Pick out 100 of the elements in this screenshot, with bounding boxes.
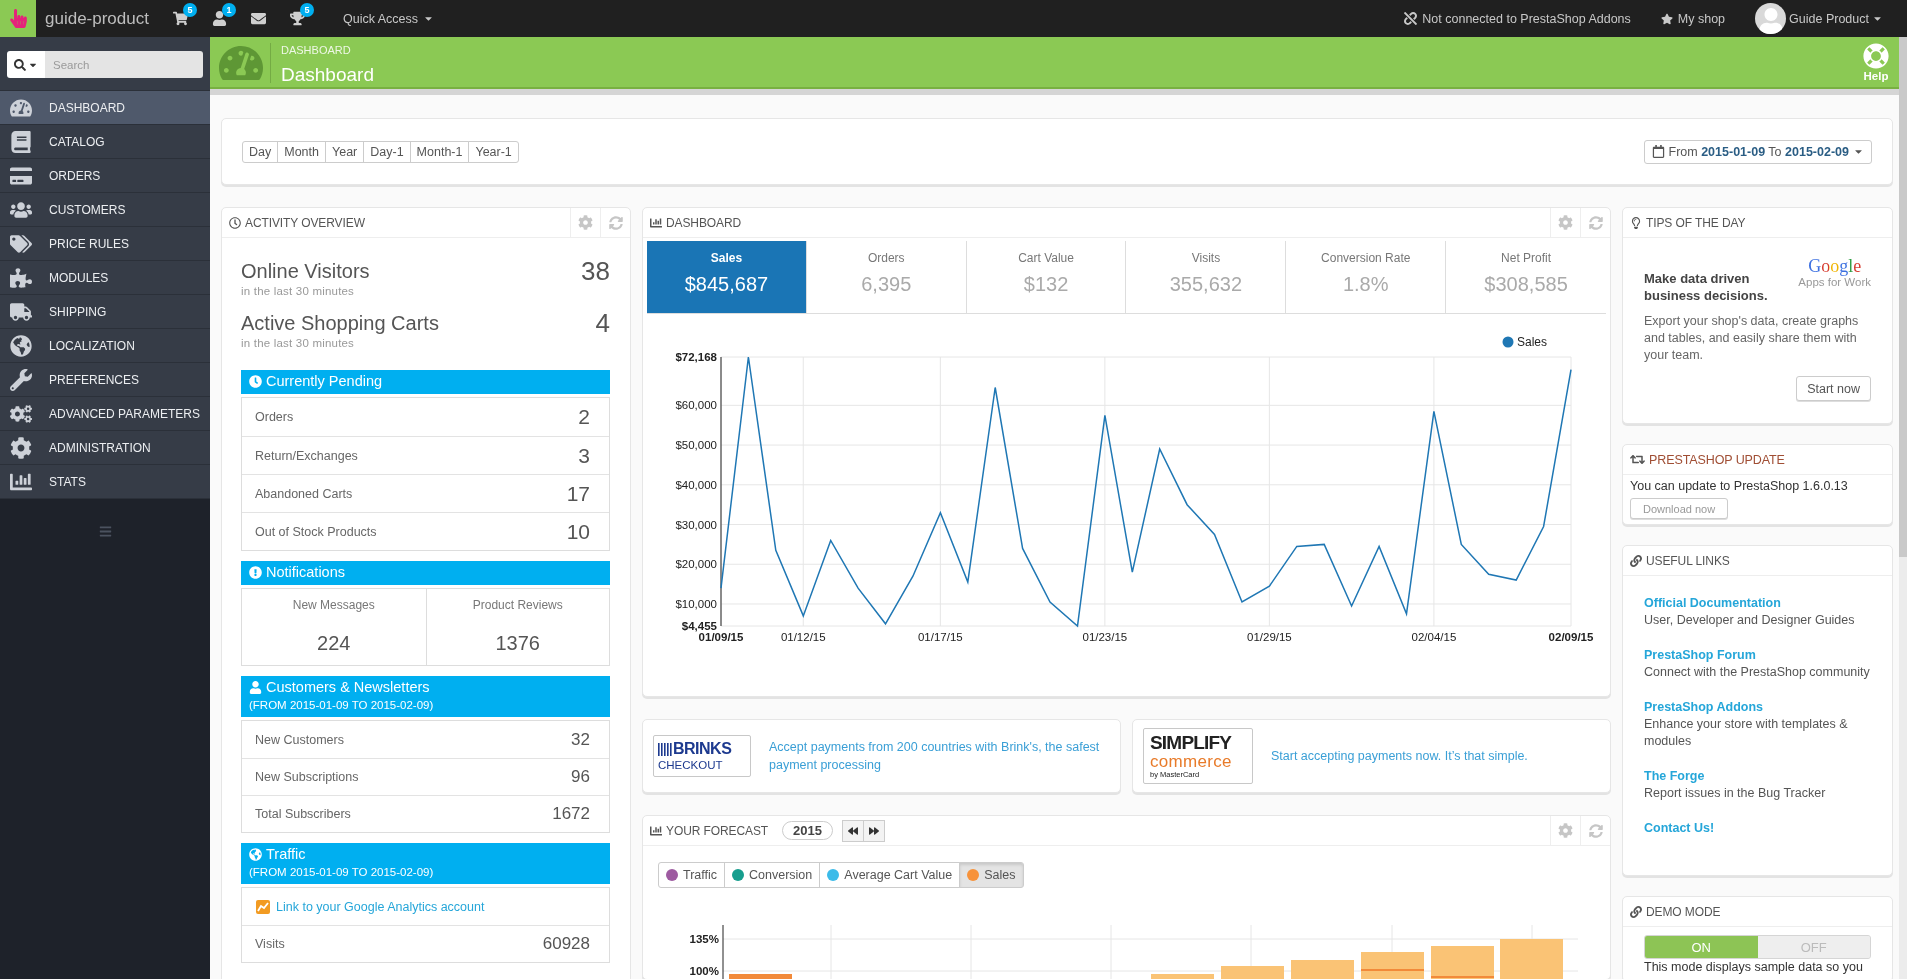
- legend-label[interactable]: Sales: [1517, 335, 1548, 349]
- stat-value: 38: [581, 258, 610, 284]
- kpi-tab[interactable]: Cart Value $132: [966, 241, 1127, 314]
- cart-icon[interactable]: [172, 11, 188, 26]
- forecast-bar: [1151, 974, 1214, 979]
- trophy-icon[interactable]: [289, 11, 305, 26]
- start-now-button[interactable]: Start now: [1796, 376, 1871, 401]
- axis-label: $60,000: [675, 399, 717, 412]
- stat-caption: in the last 30 minutes: [241, 284, 356, 298]
- legend-toggle[interactable]: Sales: [959, 862, 1024, 888]
- update-arrows-icon: [1630, 452, 1645, 467]
- section-subtitle: (FROM 2015-01-09 TO 2015-02-09): [249, 865, 435, 880]
- menu-item[interactable]: DASHBOARD: [0, 91, 210, 125]
- legend-dot[interactable]: [1502, 336, 1514, 348]
- kpi-tab[interactable]: Orders 6,395: [806, 241, 967, 314]
- search-field[interactable]: Search: [45, 51, 203, 78]
- row-value: 3: [578, 443, 590, 468]
- row-value: 60928: [542, 934, 590, 954]
- kpi-tab[interactable]: Sales $845,687: [647, 241, 807, 314]
- forecast-bar: [1291, 960, 1354, 979]
- fast-forward-icon: [868, 825, 879, 836]
- period-button[interactable]: Day: [242, 140, 279, 163]
- period-button[interactable]: Day-1: [363, 140, 411, 163]
- count-badge: 5: [299, 3, 314, 17]
- update-message: You can update to PrestaShop 1.6.0.13: [1630, 478, 1848, 495]
- next-button[interactable]: [862, 819, 885, 842]
- menu-item[interactable]: PREFERENCES: [0, 363, 210, 397]
- menu-item[interactable]: CUSTOMERS: [0, 193, 210, 227]
- brinks-logo: BRINKS CHECKOUT: [653, 735, 751, 777]
- row-label: Out of Stock Products: [255, 524, 377, 539]
- row-label: Visits: [255, 937, 285, 951]
- settings-icon: [1558, 823, 1573, 838]
- panel-title: PRESTASHOP UPDATE: [1649, 452, 1785, 467]
- globe-icon: [10, 334, 32, 357]
- exclamation-icon: [249, 566, 262, 579]
- date-range-button[interactable]: From 2015-01-09 To 2015-02-09: [1643, 139, 1872, 164]
- scrollbar[interactable]: [1899, 37, 1907, 979]
- link-description: Enhance your store with templates & modules: [1644, 716, 1849, 750]
- menu-item[interactable]: ADVANCED PARAMETERS: [0, 397, 210, 431]
- axis-label: 100%: [689, 965, 719, 977]
- section-title: Notifications: [266, 563, 345, 582]
- search-scope-button[interactable]: [7, 51, 45, 78]
- row-value: 1672: [552, 804, 590, 824]
- menu-item[interactable]: SHIPPING: [0, 295, 210, 329]
- period-button[interactable]: Month-1: [409, 140, 470, 163]
- period-button[interactable]: Month: [277, 140, 326, 163]
- link-icon: [1630, 905, 1642, 918]
- user-icon[interactable]: [211, 11, 227, 26]
- axis-label: $4,455: [681, 620, 717, 632]
- row-label: Return/Exchanges: [255, 448, 358, 463]
- stat-label: Active Shopping Carts: [241, 311, 439, 336]
- legend-toggle[interactable]: Traffic: [658, 862, 726, 888]
- addons-status-link[interactable]: Not connected to PrestaShop Addons: [1404, 11, 1631, 26]
- menu-item[interactable]: PRICE RULES: [0, 227, 210, 261]
- row-label: Abandoned Carts: [255, 486, 353, 501]
- axis-label: 01/29/15: [1247, 631, 1292, 643]
- menu-item[interactable]: STATS: [0, 465, 210, 499]
- menu-item[interactable]: LOCALIZATION: [0, 329, 210, 363]
- link-description: Connect with the PrestaShop community: [1644, 664, 1871, 681]
- envelope-icon[interactable]: [250, 11, 266, 26]
- count-badge: 1: [221, 3, 236, 17]
- previous-button[interactable]: [841, 819, 864, 842]
- legend-toggle[interactable]: Conversion: [724, 862, 821, 888]
- axis-label: $10,000: [675, 597, 717, 610]
- row-value: 32: [571, 729, 590, 750]
- menu-item[interactable]: ORDERS: [0, 159, 210, 193]
- quick-access-menu[interactable]: Quick Access: [342, 11, 434, 26]
- my-shop-link[interactable]: My shop: [1660, 11, 1726, 26]
- wrench-icon: [10, 368, 32, 391]
- menu-item[interactable]: MODULES: [0, 261, 210, 295]
- panel-title: USEFUL LINKS: [1646, 553, 1730, 568]
- bar-chart-icon: [650, 824, 662, 837]
- menu-icon[interactable]: [98, 525, 112, 538]
- axis-label: $72,168: [675, 351, 717, 363]
- tip-heading: Make data driven business decisions.: [1644, 270, 1769, 304]
- shop-name[interactable]: guide-product: [45, 8, 149, 29]
- settings-icon: [578, 215, 593, 230]
- legend-toggle[interactable]: Average Cart Value: [819, 862, 961, 888]
- axis-label: 01/17/15: [917, 631, 963, 643]
- section-title: Customers & Newsletters: [266, 678, 430, 697]
- search-icon: [14, 58, 26, 71]
- stat-value: 4: [595, 310, 610, 336]
- link-description: Report issues in the Bug Tracker: [1644, 785, 1827, 802]
- axis-label: 01/23/15: [1082, 631, 1128, 643]
- panel-title: TIPS OF THE DAY: [1646, 215, 1746, 230]
- google-apps-logo: Google Apps for Work: [1798, 256, 1871, 289]
- panel-title: ACTIVITY OVERVIEW: [245, 215, 365, 230]
- stat-label: Online Visitors: [241, 259, 370, 284]
- menu-item[interactable]: CATALOG: [0, 125, 210, 159]
- user-menu[interactable]: Guide Product: [1755, 3, 1883, 34]
- axis-label: 02/09/15: [1548, 631, 1594, 643]
- period-button[interactable]: Year: [325, 140, 365, 163]
- logo-icon[interactable]: [0, 0, 36, 37]
- axis-label: $40,000: [675, 478, 717, 491]
- stat-caption: in the last 30 minutes: [241, 336, 356, 350]
- menu-item[interactable]: ADMINISTRATION: [0, 431, 210, 465]
- kpi-tab[interactable]: Visits 355,632: [1126, 241, 1287, 314]
- kpi-tab[interactable]: Conversion Rate 1.8%: [1286, 241, 1447, 314]
- period-button[interactable]: Year-1: [468, 140, 519, 163]
- analytics-icon: [256, 899, 270, 914]
